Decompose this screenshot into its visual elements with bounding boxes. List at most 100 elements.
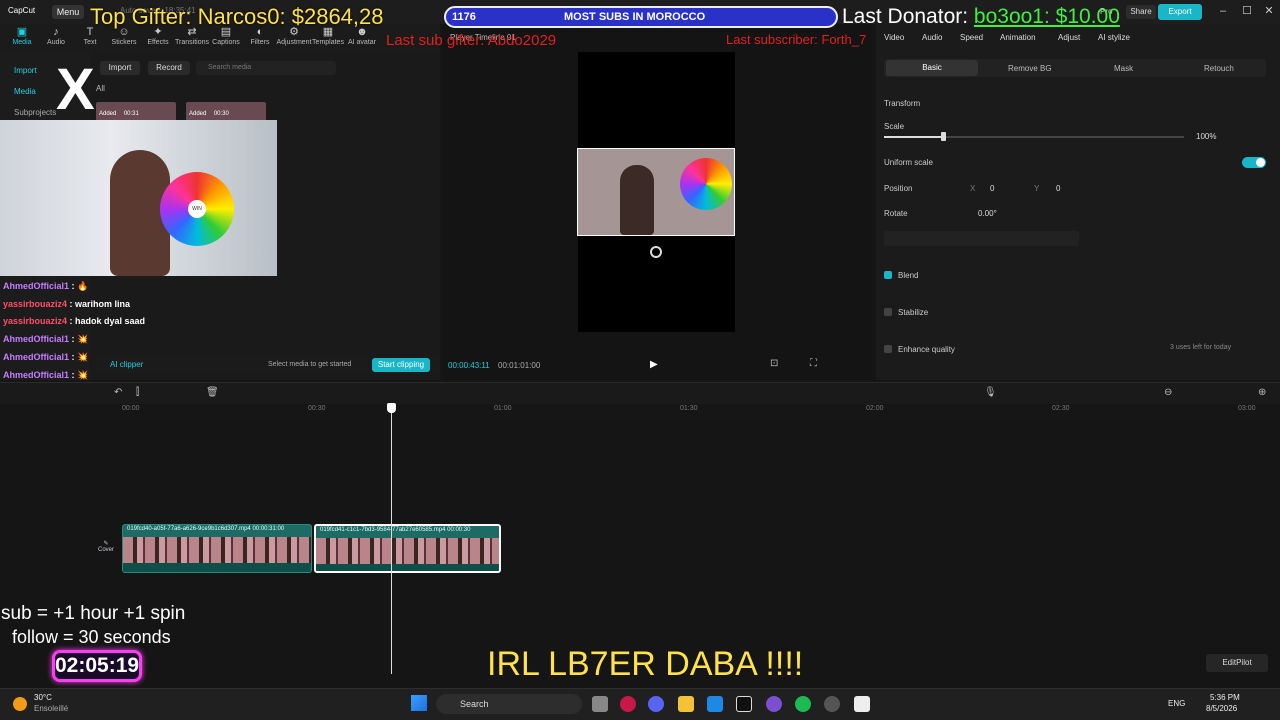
- play-icon[interactable]: ▶: [650, 359, 662, 371]
- weather-desc[interactable]: Ensoleillé: [34, 704, 68, 713]
- blend-checkbox[interactable]: [884, 271, 892, 279]
- taskbar-search[interactable]: Search: [436, 694, 582, 714]
- app-icon[interactable]: [766, 696, 782, 712]
- capcut-pinned-icon[interactable]: [854, 696, 870, 712]
- discord-icon[interactable]: [648, 696, 664, 712]
- inspector-tab-video[interactable]: Video: [884, 33, 904, 42]
- playhead-handle[interactable]: [387, 403, 396, 413]
- capcut-icon[interactable]: [736, 696, 752, 712]
- clock-time[interactable]: 5:36 PM: [1210, 693, 1240, 702]
- task-view-icon[interactable]: [592, 696, 608, 712]
- taskbar: [0, 688, 1280, 720]
- cover-label: Cover: [97, 547, 114, 553]
- inspector-tab-audio[interactable]: Audio: [922, 33, 942, 42]
- transform-label[interactable]: Transform: [884, 99, 920, 108]
- x-logo-icon: X: [56, 57, 95, 122]
- inspector-tab-adjust[interactable]: Adjust: [1058, 33, 1080, 42]
- maximize-icon[interactable]: ☐: [1240, 4, 1254, 18]
- subtab-mask[interactable]: Mask: [1114, 64, 1133, 73]
- inspector-tab-animation[interactable]: Animation: [1000, 33, 1036, 42]
- media-search-input[interactable]: Search media: [196, 61, 336, 75]
- timeline-clip-selected[interactable]: 019fcd41-c1c1-7bd3-9584-77ab27e60585.mp4…: [314, 524, 501, 573]
- preview-streamer-figure: [620, 165, 654, 235]
- uses-left-text: 3 uses left for today: [1170, 344, 1232, 351]
- editpilot-button[interactable]: EditPilot: [1206, 654, 1268, 672]
- timeline-clip[interactable]: 019fcd40-a05f-77a6-a626-9ce9b1c6d307.mp4…: [122, 524, 312, 573]
- inspector-tab-ai-stylize[interactable]: AI stylize: [1098, 33, 1130, 42]
- minimize-icon[interactable]: –: [1216, 4, 1230, 18]
- ruler-tick-label: 01:00: [494, 405, 512, 412]
- webcam-overlay: WIN: [0, 120, 277, 276]
- align-buttons[interactable]: [884, 231, 1079, 246]
- scale-value[interactable]: 100%: [1196, 132, 1216, 141]
- chat-username: AhmedOfficial1: [3, 352, 70, 362]
- zoom-out-icon[interactable]: ⊖: [1164, 387, 1172, 398]
- enhance-checkbox[interactable]: [884, 345, 892, 353]
- media-thumb[interactable]: Added 00:31: [96, 102, 176, 122]
- inspector-tab-speed[interactable]: Speed: [960, 33, 983, 42]
- fullscreen-icon[interactable]: ⛶: [810, 358, 817, 369]
- media-thumb[interactable]: Added 00:30: [186, 102, 266, 122]
- zoom-in-icon[interactable]: ⊕: [1258, 387, 1266, 398]
- ruler-tick-label: 01:30: [680, 405, 698, 412]
- ratio-icon[interactable]: ⊡: [770, 358, 778, 369]
- delete-icon[interactable]: 🗑: [206, 387, 219, 398]
- position-x-input[interactable]: 0: [990, 184, 994, 193]
- start-clipping-button[interactable]: Start clipping: [372, 358, 430, 372]
- scale-slider-knob[interactable]: [941, 132, 946, 141]
- opera-icon[interactable]: [620, 696, 636, 712]
- close-icon[interactable]: ✕: [1262, 4, 1276, 18]
- timeline-ruler[interactable]: [0, 404, 1280, 418]
- undo-icon[interactable]: ↶: [114, 387, 122, 398]
- obs-icon[interactable]: [824, 696, 840, 712]
- store-icon[interactable]: [707, 696, 723, 712]
- stabilize-checkbox[interactable]: [884, 308, 892, 316]
- cover-button[interactable]: ✎ Cover: [94, 540, 118, 558]
- chat-message: AhmedOfficial1 : 🔥: [3, 281, 88, 292]
- clip-waveform: [123, 563, 311, 572]
- chat-text: : 🔥: [69, 281, 89, 291]
- record-button[interactable]: Record: [148, 61, 190, 75]
- clip-waveform: [316, 564, 499, 571]
- subtab-remove-bg[interactable]: Remove BG: [1008, 64, 1052, 73]
- blend-label: Blend: [898, 271, 919, 280]
- subtab-retouch[interactable]: Retouch: [1204, 64, 1234, 73]
- rotate-handle-icon[interactable]: [650, 246, 662, 258]
- import-button[interactable]: Import: [100, 61, 140, 75]
- chat-message: yassirbouaziz4 : warihom lina: [3, 299, 130, 309]
- microphone-icon[interactable]: 🎙: [984, 387, 997, 398]
- weather-temp[interactable]: 30°C: [34, 693, 52, 702]
- menu-button[interactable]: Menu: [52, 5, 84, 19]
- sidenav-media[interactable]: Media: [14, 87, 36, 96]
- total-time: 00:01:01:00: [498, 361, 541, 370]
- app-logo: CapCut: [8, 6, 36, 15]
- clip-frames: [123, 537, 311, 563]
- rotate-input[interactable]: 0.00°: [978, 209, 997, 218]
- playhead-line[interactable]: [391, 412, 392, 674]
- clock-date[interactable]: 8/5/2026: [1206, 704, 1237, 713]
- current-time: 00:00:43:11: [448, 361, 490, 370]
- last-donator-value: bo3oo1: $10.00: [973, 5, 1120, 28]
- spotify-icon[interactable]: [795, 696, 811, 712]
- stream-banner: IRL LB7ER DABA !!!!: [487, 645, 804, 683]
- file-explorer-icon[interactable]: [678, 696, 694, 712]
- sidenav-import[interactable]: Import: [14, 66, 37, 75]
- export-button[interactable]: Export: [1158, 4, 1202, 20]
- subs-goal-label: MOST SUBS IN MOROCCO: [564, 11, 706, 23]
- last-donator-overlay: Last Donator: bo3oo1: $10.00: [842, 5, 1120, 29]
- language-indicator[interactable]: ENG: [1168, 699, 1185, 708]
- share-button[interactable]: Share: [1126, 5, 1156, 19]
- windows-start-icon[interactable]: [411, 695, 427, 711]
- sun-icon[interactable]: [13, 697, 27, 711]
- uniform-scale-label: Uniform scale: [884, 158, 933, 167]
- sidenav-subprojects[interactable]: Subprojects: [14, 108, 56, 117]
- ruler-tick-label: 02:00: [866, 405, 884, 412]
- split-icon[interactable]: ⫿: [136, 387, 139, 398]
- ruler-tick-label: 03:00: [1238, 405, 1256, 412]
- rotate-label: Rotate: [884, 209, 908, 218]
- ai-clipper-hint: Select media to get started: [268, 361, 352, 368]
- chat-username: AhmedOfficial1: [3, 334, 70, 344]
- subtab-basic[interactable]: Basic: [886, 60, 978, 76]
- toolbar-label: AI avatar: [347, 39, 376, 46]
- position-y-input[interactable]: 0: [1056, 184, 1060, 193]
